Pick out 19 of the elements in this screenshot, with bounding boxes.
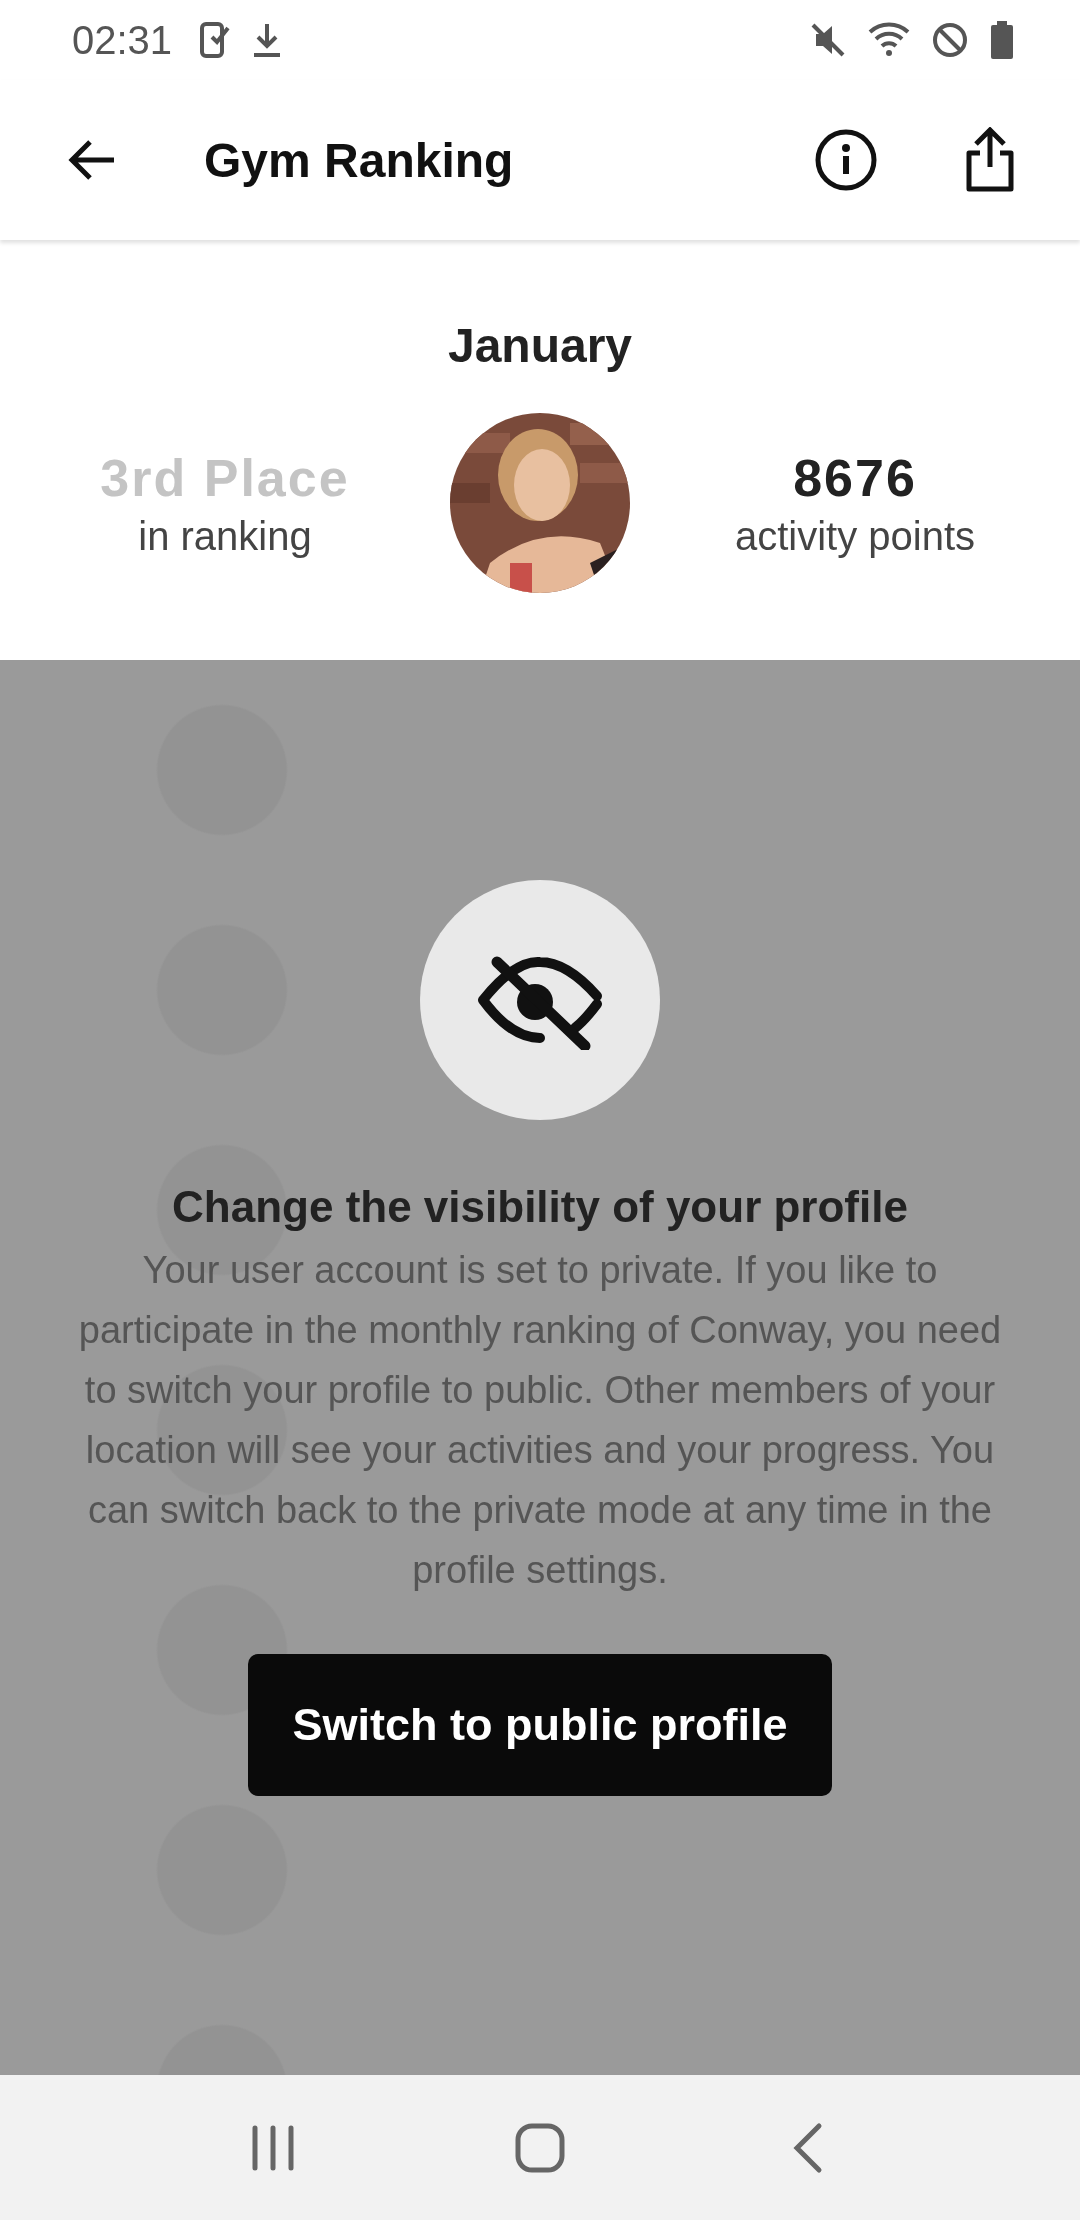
blocked-icon	[932, 22, 968, 58]
month-title: January	[447, 318, 633, 373]
wifi-icon	[868, 22, 910, 58]
mute-icon	[810, 22, 846, 58]
dialog-message: Your user account is set to private. If you like to participate in the monthly ranking of Conway, you need to switch your profile to public. Other members of your location will see your activities and your progress. You can switch back to the private mode at any time in the profile settings.	[77, 1248, 1003, 1593]
home-icon	[514, 2121, 566, 2174]
battery-icon	[990, 21, 1014, 59]
info-icon	[814, 128, 878, 192]
points-caption: activity points	[734, 513, 976, 559]
dialog-title: Change the visibility of your profile	[172, 1182, 908, 1232]
points-value: 8676	[793, 447, 917, 508]
switch-public-button[interactable]: Switch to public profile	[248, 1654, 832, 1796]
phone-check-icon	[200, 21, 231, 59]
rank-caption: in ranking	[138, 513, 312, 559]
status-time: 02:31	[72, 17, 173, 63]
download-icon	[252, 22, 283, 58]
rank-value: 3rd Place	[100, 447, 350, 508]
share-icon	[964, 127, 1016, 193]
page-title: Gym Ranking	[204, 132, 515, 188]
